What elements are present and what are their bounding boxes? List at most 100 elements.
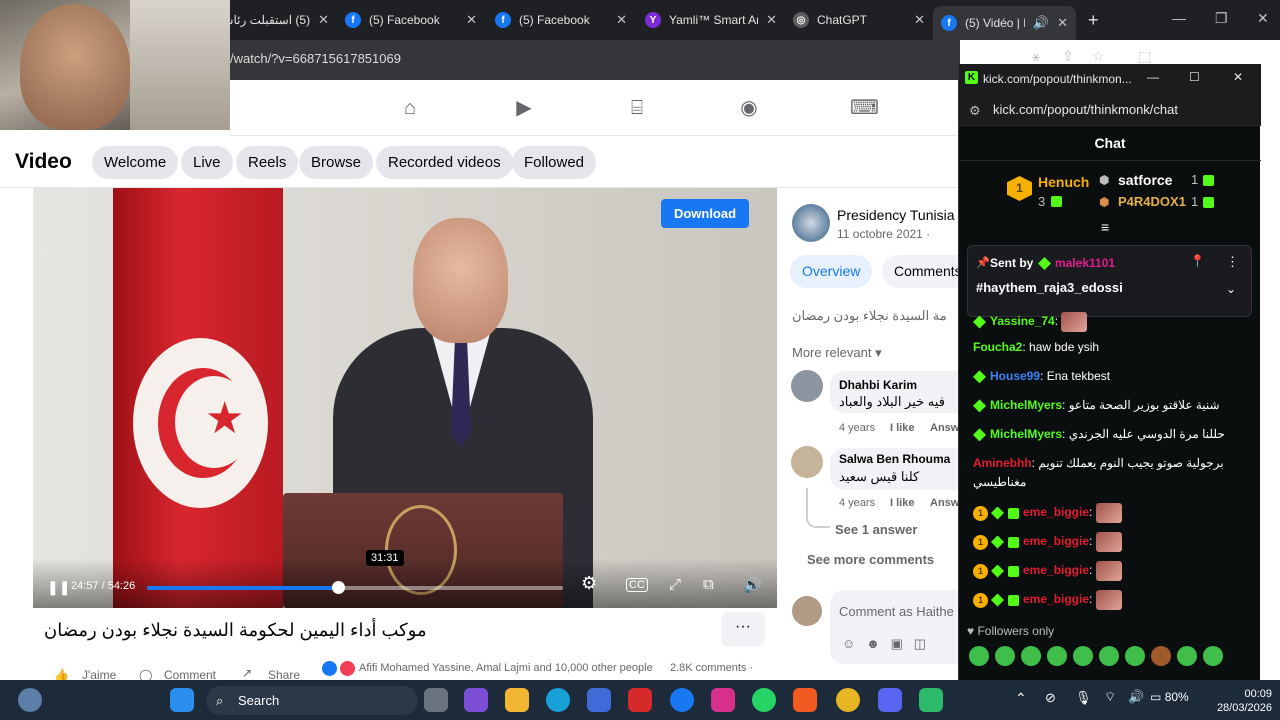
chat-user[interactable]: eme_biggie (1023, 505, 1089, 519)
pinned-user[interactable]: malek1101 (1055, 256, 1115, 270)
unpin-icon[interactable]: 📍 (1190, 254, 1205, 268)
windows-start-icon[interactable] (170, 688, 194, 712)
close-icon[interactable]: ✕ (318, 12, 329, 28)
more-options-button[interactable]: ··· (721, 612, 765, 646)
pause-icon[interactable]: ❚❚ (47, 579, 70, 596)
close-icon[interactable]: ✕ (616, 12, 627, 28)
emote-icon[interactable] (995, 646, 1015, 666)
download-button[interactable]: Download (661, 199, 749, 228)
chat-user[interactable]: eme_biggie (1023, 563, 1089, 577)
task-view-icon[interactable] (424, 688, 448, 712)
page-avatar[interactable] (792, 204, 830, 242)
share-icon[interactable]: ⇪ (1062, 48, 1074, 65)
video-icon[interactable]: ▶ (512, 96, 536, 120)
comment-like-button[interactable]: I like (890, 422, 914, 434)
emoji-icon[interactable]: ☻ (866, 636, 880, 651)
m365-icon[interactable] (464, 688, 488, 712)
whatsapp-icon[interactable] (752, 688, 776, 712)
file-explorer-icon[interactable] (505, 688, 529, 712)
pill-browse[interactable]: Browse (299, 146, 374, 179)
see-answer-link[interactable]: See 1 answer (835, 522, 917, 537)
comment-like-button[interactable]: I like (890, 497, 914, 509)
chevron-up-icon[interactable]: ⌃ (1015, 690, 1027, 707)
captions-icon[interactable]: CC (626, 578, 648, 592)
sort-dropdown[interactable]: More relevant ▾ (792, 345, 882, 361)
translate-icon[interactable]: ⚹ (1032, 48, 1040, 65)
chat-user[interactable]: Yassine_74 (990, 314, 1055, 328)
sticker-icon[interactable]: ☺ (842, 636, 855, 651)
url-text[interactable]: /watch/?v=668715617851069 (230, 51, 401, 66)
tab-overview[interactable]: Overview (790, 255, 873, 288)
chat-user[interactable]: House99 (990, 369, 1040, 383)
close-icon[interactable]: ✕ (914, 12, 925, 28)
tab-yamli[interactable]: Y Yamli™ Smart Ar ✕ (637, 6, 785, 34)
minimize-button[interactable]: — (1147, 70, 1159, 84)
volume-icon[interactable]: 🔊 (1128, 689, 1144, 705)
new-tab-button[interactable]: + (1088, 10, 1099, 31)
chat-user[interactable]: MichelMyers (990, 398, 1062, 412)
pill-recorded-videos[interactable]: Recorded videos (376, 146, 513, 179)
marketplace-icon[interactable]: ⌸ (625, 96, 649, 120)
fullscreen-icon[interactable]: ⤢ (669, 576, 681, 593)
chat-user[interactable]: eme_biggie (1023, 592, 1089, 606)
close-icon[interactable]: ✕ (1057, 15, 1068, 31)
emote-icon[interactable] (969, 646, 989, 666)
comments-count[interactable]: 2.8K comments · (670, 662, 753, 674)
gaming-icon[interactable]: ⌨ (850, 96, 879, 120)
tab-facebook-2[interactable]: f (5) Facebook ✕ (487, 6, 635, 34)
kick-url-text[interactable]: kick.com/popout/thinkmonk/chat (993, 102, 1178, 117)
comment-answer-button[interactable]: Answ (930, 497, 959, 509)
leader-name[interactable]: P4R4DOX1 (1118, 194, 1186, 209)
pill-followed[interactable]: Followed (512, 146, 597, 179)
taskbar-clock[interactable]: 00:09 28/03/2026 (1200, 687, 1272, 715)
comment-author[interactable]: Salwa Ben Rhouma (839, 452, 950, 466)
leader-name[interactable]: Henuch (1038, 174, 1089, 190)
brave-icon[interactable] (793, 688, 817, 712)
expand-leaderboard-icon[interactable]: ≡ (1101, 219, 1109, 235)
gif-icon[interactable]: ▣ (891, 636, 903, 651)
pip-icon[interactable]: ⧉ (703, 576, 714, 593)
weather-icon[interactable] (18, 688, 42, 712)
volume-icon[interactable]: 🔊 (743, 576, 762, 594)
minimize-button[interactable]: — (1172, 10, 1186, 26)
close-window-button[interactable]: ✕ (1257, 10, 1269, 27)
comment-author[interactable]: Dhahbi Karim (839, 378, 917, 392)
leader-name[interactable]: satforce (1118, 172, 1172, 188)
tab-comments[interactable]: Comments (882, 255, 960, 288)
store-icon[interactable] (587, 688, 611, 712)
comment-answer-button[interactable]: Answ (930, 422, 959, 434)
discord-icon[interactable] (878, 688, 902, 712)
close-window-button[interactable]: ✕ (1233, 70, 1243, 84)
groups-icon[interactable]: ◉ (737, 96, 761, 120)
comment-input-box[interactable] (830, 590, 960, 664)
see-more-comments-link[interactable]: See more comments (807, 552, 934, 567)
close-icon[interactable]: ✕ (766, 12, 777, 28)
chat-user[interactable]: Foucha2 (973, 340, 1022, 354)
close-icon[interactable]: ✕ (466, 12, 477, 28)
emote-icon[interactable] (1021, 646, 1041, 666)
emote-icon[interactable] (1177, 646, 1197, 666)
battery-indicator[interactable]: ▭ 80% (1150, 690, 1189, 704)
taskbar-search[interactable]: ⌕ Search (206, 686, 418, 715)
star-icon[interactable]: ☆ (1092, 48, 1105, 65)
seek-handle[interactable] (331, 581, 345, 594)
extensions-icon[interactable]: ⬚ (1138, 48, 1151, 65)
emote-icon[interactable] (1151, 646, 1171, 666)
edge-icon[interactable] (546, 688, 570, 712)
maximize-button[interactable]: ☐ (1189, 70, 1200, 84)
emote-icon[interactable] (1203, 646, 1223, 666)
app-l-icon[interactable] (628, 688, 652, 712)
facebook-icon[interactable] (670, 688, 694, 712)
chrome-icon[interactable] (836, 688, 860, 712)
share-icon[interactable]: ↗ (242, 666, 252, 680)
chevron-down-icon[interactable]: ⌄ (1226, 282, 1236, 296)
tab-arabic[interactable]: (5) استقبلت رئاسة ✕ (222, 6, 337, 34)
tab-video-active[interactable]: f (5) Vidéo | Fa 🔊 ✕ (933, 6, 1076, 40)
chat-user[interactable]: MichelMyers (990, 427, 1062, 441)
emote-icon[interactable] (1125, 646, 1145, 666)
microphone-icon[interactable]: 🎙 (1075, 690, 1092, 706)
restore-button[interactable]: ❐ (1215, 10, 1228, 27)
comment-avatar[interactable] (791, 370, 823, 402)
pill-live[interactable]: Live (181, 146, 233, 179)
emote-icon[interactable] (1099, 646, 1119, 666)
